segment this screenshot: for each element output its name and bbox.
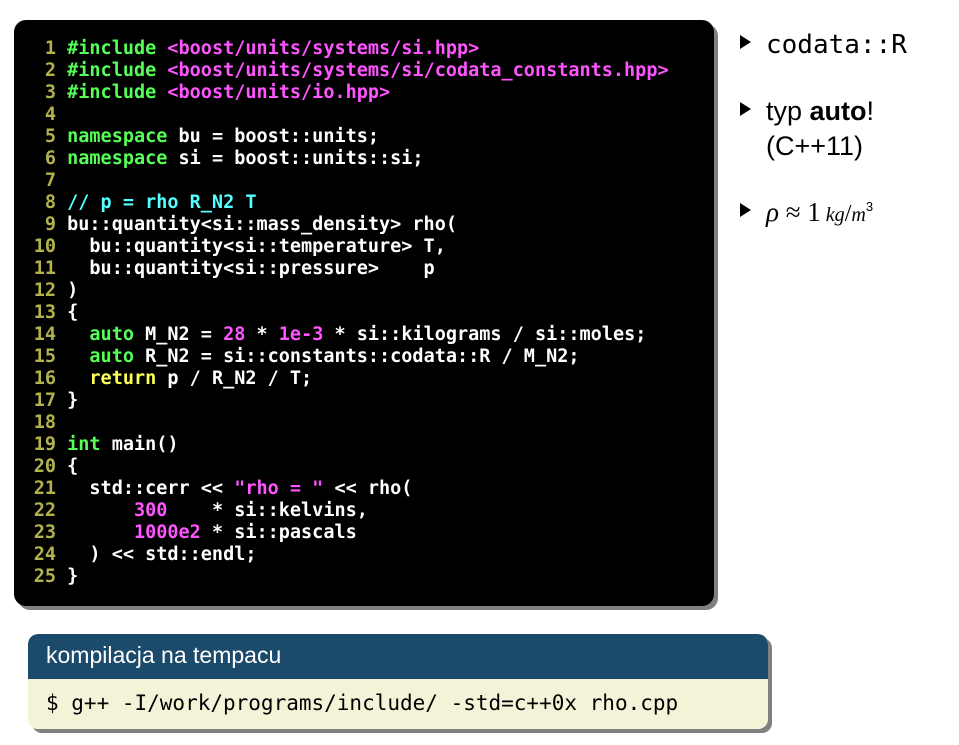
line-number: 20	[14, 456, 56, 478]
triangle-icon	[740, 35, 751, 49]
line-number: 23	[14, 522, 56, 544]
line-number: 13	[14, 302, 56, 324]
side-text-auto: auto	[810, 96, 867, 126]
code-line: 23 1000e2 * si::pascals	[14, 522, 704, 544]
code-line: 17 }	[14, 390, 704, 412]
line-number: 3	[14, 82, 56, 104]
code-line: 13 {	[14, 302, 704, 324]
code-content: namespace bu = boost::units;	[56, 126, 379, 148]
code-content: // p = rho R_N2 T	[56, 192, 257, 214]
line-number: 9	[14, 214, 56, 236]
code-content: }	[56, 566, 78, 588]
code-line: 11 bu::quantity<si::pressure> p	[14, 258, 704, 280]
code-content: #include <boost/units/io.hpp>	[56, 82, 390, 104]
bullet-auto: typ auto! (C++11)	[740, 95, 950, 162]
line-number: 21	[14, 478, 56, 500]
code-line: 7	[14, 170, 704, 192]
code-line: 18	[14, 412, 704, 434]
code-line: 8 // p = rho R_N2 T	[14, 192, 704, 214]
code-line: 19 int main()	[14, 434, 704, 456]
code-line: 3 #include <boost/units/io.hpp>	[14, 82, 704, 104]
code-content: std::cerr << "rho = " << rho(	[56, 478, 412, 500]
code-content: ) << std::endl;	[56, 544, 256, 566]
code-line: 20 {	[14, 456, 704, 478]
line-number: 18	[14, 412, 56, 434]
code-content: 1000e2 * si::pascals	[56, 522, 357, 544]
code-content: {	[56, 456, 78, 478]
code-line: 14 auto M_N2 = 28 * 1e-3 * si::kilograms…	[14, 324, 704, 346]
code-content: int main()	[56, 434, 179, 456]
side-kg: kg	[821, 204, 845, 226]
code-content: bu::quantity<si::temperature> T,	[56, 236, 446, 258]
triangle-icon	[740, 203, 751, 217]
line-number: 16	[14, 368, 56, 390]
bullet-codata: codata::R	[740, 28, 950, 61]
side-cube: 3	[866, 199, 873, 214]
code-content: {	[56, 302, 78, 324]
code-line: 22 300 * si::kelvins,	[14, 500, 704, 522]
line-number: 17	[14, 390, 56, 412]
code-content: )	[56, 280, 78, 302]
code-block: 1 #include <boost/units/systems/si.hpp>2…	[14, 20, 714, 606]
line-number: 10	[14, 236, 56, 258]
line-number: 22	[14, 500, 56, 522]
side-text-typ: typ	[766, 96, 810, 126]
code-line: 15 auto R_N2 = si::constants::codata::R …	[14, 346, 704, 368]
code-line: 25 }	[14, 566, 704, 588]
code-line: 9 bu::quantity<si::mass_density> rho(	[14, 214, 704, 236]
code-line: 6 namespace si = boost::units::si;	[14, 148, 704, 170]
side-notes: codata::R typ auto! (C++11) ρ ≈ 1 kg/m3	[740, 28, 950, 263]
side-text-excl: !	[867, 96, 875, 126]
side-one: 1	[807, 197, 821, 227]
code-line: 4	[14, 104, 704, 126]
code-content: bu::quantity<si::mass_density> rho(	[56, 214, 457, 236]
line-number: 11	[14, 258, 56, 280]
line-number: 7	[14, 170, 56, 192]
code-content: return p / R_N2 / T;	[56, 368, 312, 390]
code-content: bu::quantity<si::pressure> p	[56, 258, 435, 280]
line-number: 6	[14, 148, 56, 170]
triangle-icon	[740, 102, 751, 116]
code-line: 10 bu::quantity<si::temperature> T,	[14, 236, 704, 258]
code-line: 24 ) << std::endl;	[14, 544, 704, 566]
compile-box: kompilacja na tempacu $ g++ -I/work/prog…	[28, 634, 768, 729]
code-line: 12 )	[14, 280, 704, 302]
side-text-codata: codata::R	[766, 30, 907, 60]
code-line: 2 #include <boost/units/systems/si/codat…	[14, 60, 704, 82]
line-number: 1	[14, 38, 56, 60]
side-m: m	[851, 204, 865, 226]
side-approx: ≈	[779, 197, 807, 227]
code-line: 16 return p / R_N2 / T;	[14, 368, 704, 390]
side-rho-symbol: ρ	[766, 197, 779, 227]
code-content: auto M_N2 = 28 * 1e-3 * si::kilograms / …	[56, 324, 646, 346]
code-content: auto R_N2 = si::constants::codata::R / M…	[56, 346, 580, 368]
line-number: 8	[14, 192, 56, 214]
code-content: 300 * si::kelvins,	[56, 500, 368, 522]
line-number: 12	[14, 280, 56, 302]
compile-title: kompilacja na tempacu	[28, 634, 768, 679]
line-number: 19	[14, 434, 56, 456]
code-content: #include <boost/units/systems/si/codata_…	[56, 60, 669, 82]
line-number: 5	[14, 126, 56, 148]
code-line: 21 std::cerr << "rho = " << rho(	[14, 478, 704, 500]
line-number: 24	[14, 544, 56, 566]
line-number: 25	[14, 566, 56, 588]
code-line: 5 namespace bu = boost::units;	[14, 126, 704, 148]
compile-command: $ g++ -I/work/programs/include/ -std=c++…	[28, 679, 768, 729]
code-line: 1 #include <boost/units/systems/si.hpp>	[14, 38, 704, 60]
line-number: 14	[14, 324, 56, 346]
line-number: 4	[14, 104, 56, 126]
code-content: #include <boost/units/systems/si.hpp>	[56, 38, 479, 60]
line-number: 2	[14, 60, 56, 82]
bullet-rho: ρ ≈ 1 kg/m3	[740, 196, 950, 229]
line-number: 15	[14, 346, 56, 368]
code-content: }	[56, 390, 78, 412]
code-content: namespace si = boost::units::si;	[56, 148, 424, 170]
side-text-cpp11: (C++11)	[766, 130, 950, 162]
